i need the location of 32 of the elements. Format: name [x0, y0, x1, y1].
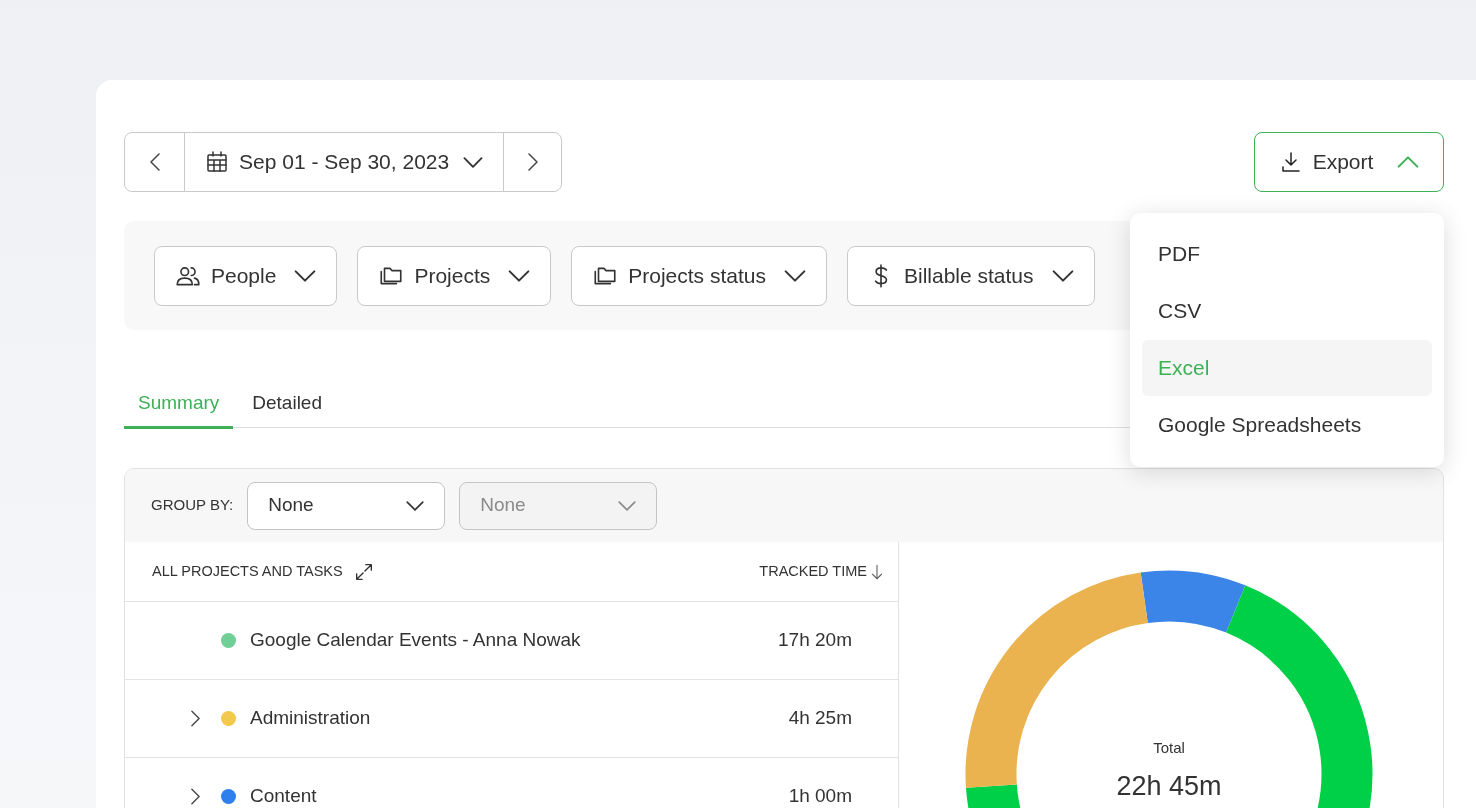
filter-dropdown[interactable]: People — [154, 245, 338, 306]
total-label: Total — [1153, 738, 1185, 758]
chevron-down-icon — [618, 500, 637, 511]
project-name: Google Calendar Events - Anna Nowak — [250, 628, 581, 653]
filter-dropdown[interactable]: Projects status — [571, 245, 827, 306]
menu-item[interactable]: Google Spreadsheets — [1142, 397, 1432, 453]
chevron-down-icon — [784, 269, 806, 282]
chevron-down-icon — [1051, 269, 1074, 282]
group-by-label: GROUP BY: — [151, 495, 234, 516]
chevron-down-icon — [294, 269, 317, 282]
project-name: Administration — [250, 706, 371, 731]
tracked-time: 4h 25m — [788, 706, 852, 731]
column-header: ALL PROJECTS AND TASKS — [152, 561, 343, 581]
filter-dropdown[interactable]: Billable status — [847, 245, 1095, 306]
chevron-down-icon — [508, 269, 531, 282]
column-header: TRACKED TIME — [759, 561, 867, 581]
tab[interactable]: Detailed — [238, 380, 336, 429]
tracked-time: 1h 00m — [788, 784, 852, 808]
tracked-time: 17h 20m — [778, 628, 852, 653]
menu-item[interactable]: PDF — [1142, 226, 1432, 282]
chevron-right-icon — [527, 153, 538, 171]
chevron-up-icon — [1397, 156, 1420, 168]
project-name: Content — [250, 784, 317, 808]
menu-item[interactable]: CSV — [1142, 283, 1432, 339]
group-by-select[interactable]: None — [247, 481, 446, 530]
chevron-down-icon — [406, 500, 425, 511]
export-button[interactable]: Export — [1254, 132, 1444, 192]
chevron-left-icon — [149, 153, 160, 171]
calendar-icon — [205, 150, 229, 174]
total-value: 22h 45m — [1116, 769, 1222, 803]
filter-dropdown[interactable]: Projects — [357, 245, 552, 306]
chevron-down-icon — [463, 156, 484, 168]
